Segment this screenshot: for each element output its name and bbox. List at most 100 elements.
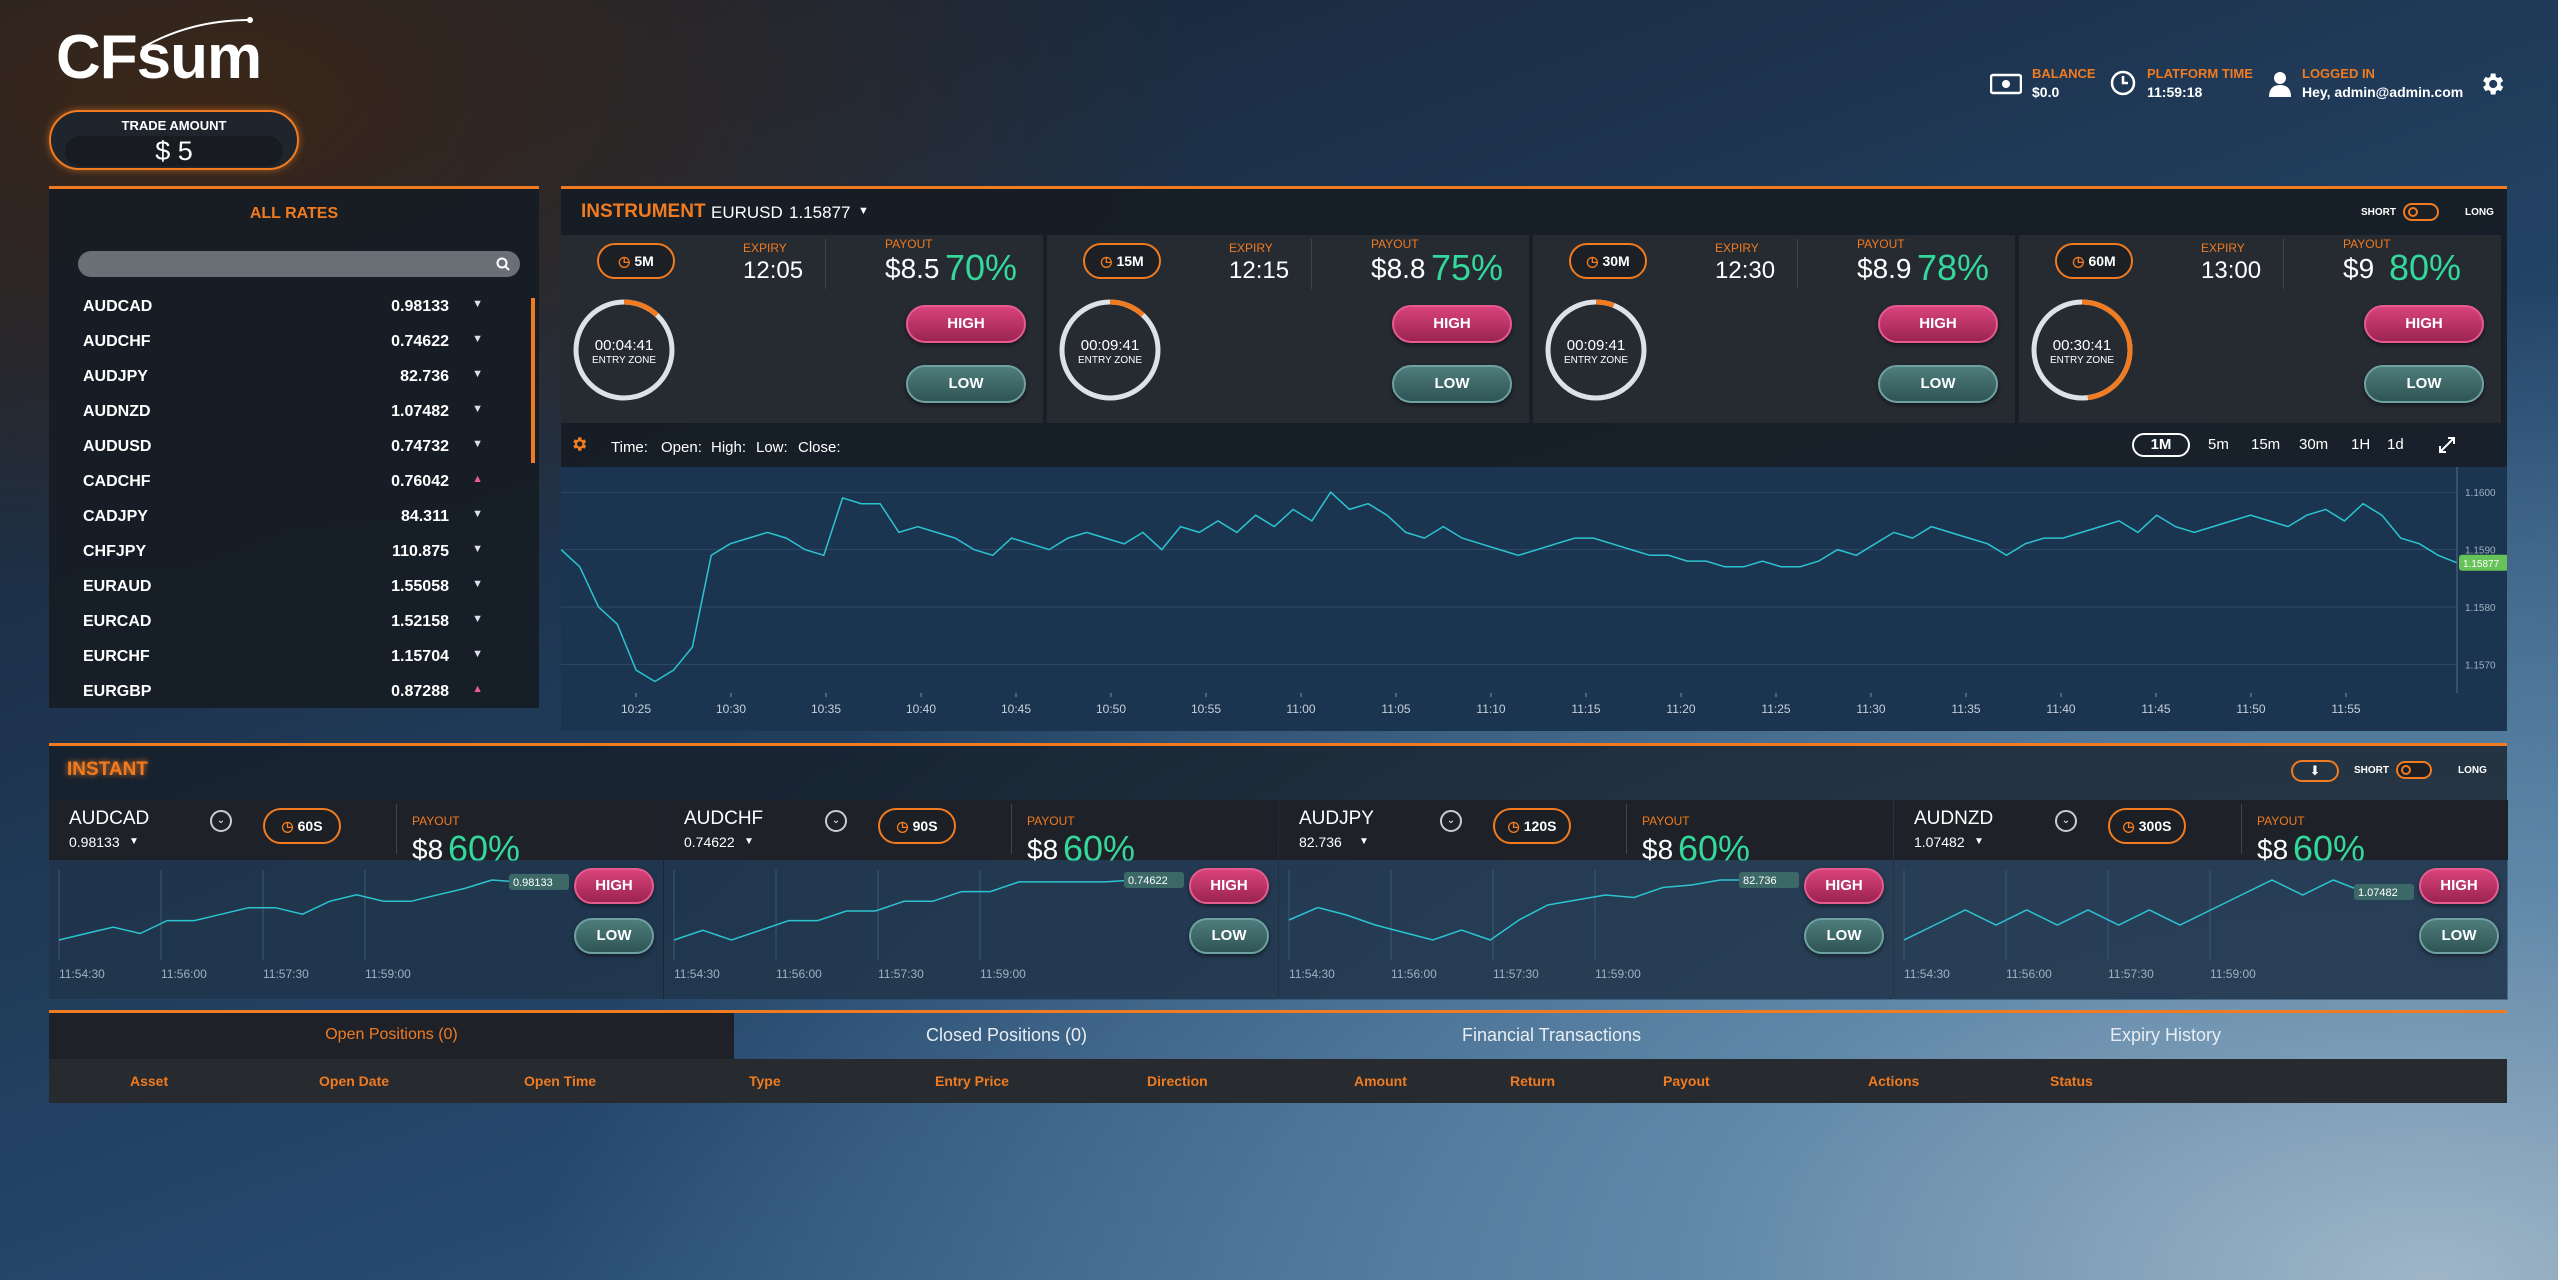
x-tick-label: 10:45 <box>1001 702 1031 716</box>
rate-row[interactable]: AUDCAD 0.98133 ▼ <box>83 289 483 324</box>
expiry-chip[interactable]: ◷ 30M <box>1569 243 1647 279</box>
chart-settings-icon[interactable] <box>570 435 588 453</box>
column-header: Amount <box>1354 1073 1407 1089</box>
low-button[interactable]: LOW <box>1189 918 1269 954</box>
tab-expiry-history[interactable]: Expiry History <box>1824 1013 2507 1059</box>
instant-chip[interactable]: ◷ 60S <box>263 808 341 844</box>
instant-price-dropdown-icon[interactable]: ▼ <box>1359 836 1369 847</box>
trade-amount-input[interactable]: $ 5 <box>65 136 283 166</box>
tab-open-positions[interactable]: Open Positions (0) <box>49 1013 734 1059</box>
search-icon[interactable] <box>496 257 510 271</box>
fullscreen-icon[interactable] <box>2438 436 2456 454</box>
payout-percent: 70% <box>945 247 1018 288</box>
instant-short-long-toggle[interactable] <box>2396 761 2432 779</box>
price-chart[interactable]: 1.16001.15901.15801.15701.1587710:25 10:3… <box>561 467 2507 731</box>
instrument-price[interactable]: 1.15877 <box>789 203 850 223</box>
instant-time-label: 11:56:00 <box>2006 967 2052 981</box>
short-long-toggle[interactable] <box>2403 203 2439 221</box>
gear-icon[interactable] <box>2478 70 2506 98</box>
expand-chevron-icon[interactable]: ⌄ <box>210 810 232 832</box>
trade-amount-label: TRADE AMOUNT <box>121 118 227 133</box>
rate-row[interactable]: AUDCHF 0.74622 ▼ <box>83 324 483 359</box>
range-button-15m[interactable]: 15m <box>2251 436 2280 453</box>
low-button[interactable]: LOW <box>2364 365 2484 403</box>
low-button[interactable]: LOW <box>2419 918 2499 954</box>
high-button[interactable]: HIGH <box>1189 868 1269 904</box>
rate-row[interactable]: EURCAD 1.52158 ▼ <box>83 604 483 639</box>
expiry-chip[interactable]: ◷ 15M <box>1083 243 1161 279</box>
high-button[interactable]: HIGH <box>2419 868 2499 904</box>
instrument-pair[interactable]: EURUSD <box>711 203 783 223</box>
range-button-1H[interactable]: 1H <box>2351 436 2370 453</box>
low-button[interactable]: LOW <box>906 365 1026 403</box>
instant-price-dropdown-icon[interactable]: ▼ <box>744 836 754 847</box>
clock-icon: ◷ <box>1100 253 1113 269</box>
tab-closed-positions[interactable]: Closed Positions (0) <box>734 1013 1279 1059</box>
all-rates-panel: ALL RATES AUDCAD 0.98133 ▼ AUDCHF 0.74622 ▼ AU… <box>49 186 539 708</box>
range-button-1M[interactable]: 1M <box>2132 433 2190 457</box>
instant-chip[interactable]: ◷ 90S <box>878 808 956 844</box>
card-divider <box>396 804 397 854</box>
expand-chevron-icon[interactable]: ⌄ <box>2055 810 2077 832</box>
instant-chip[interactable]: ◷ 120S <box>1493 808 1571 844</box>
rate-row[interactable]: EURCHF 1.15704 ▼ <box>83 639 483 674</box>
rate-row[interactable]: EURGBP 0.87288 ▲ <box>83 674 483 709</box>
range-button-5m[interactable]: 5m <box>2208 436 2229 453</box>
payout-label: PAYOUT <box>1642 814 1690 828</box>
range-button-30m[interactable]: 30m <box>2299 436 2328 453</box>
instant-chip[interactable]: ◷ 300S <box>2108 808 2186 844</box>
rates-scrollbar[interactable] <box>531 298 535 463</box>
rate-name: AUDUSD <box>83 438 152 455</box>
instant-pair: AUDCAD <box>69 808 150 829</box>
rate-value: 0.76042 <box>391 473 449 490</box>
instrument-dropdown-icon[interactable]: ▼ <box>858 205 869 217</box>
instant-price-tag-label: 82.736 <box>1743 875 1777 887</box>
card-divider <box>825 239 826 289</box>
rate-name: EURGBP <box>83 683 152 700</box>
expiry-label: EXPIRY <box>2201 241 2245 255</box>
low-button[interactable]: LOW <box>1878 365 1998 403</box>
instant-chart: 11:54:30 11:56:00 11:57:30 11:59:00 1.07482 <box>1894 860 2508 1000</box>
trade-amount-box[interactable]: TRADE AMOUNT $ 5 <box>49 110 299 170</box>
low-button[interactable]: LOW <box>1804 918 1884 954</box>
expand-chevron-icon[interactable]: ⌄ <box>825 810 847 832</box>
tab-financial-transactions[interactable]: Financial Transactions <box>1279 1013 1824 1059</box>
instant-chip-label: 120S <box>1523 818 1557 834</box>
instant-price-dropdown-icon[interactable]: ▼ <box>129 836 139 847</box>
high-button[interactable]: HIGH <box>1804 868 1884 904</box>
column-header: Entry Price <box>935 1073 1009 1089</box>
rate-row[interactable]: AUDJPY 82.736 ▼ <box>83 359 483 394</box>
card-divider <box>1311 239 1312 289</box>
instant-chart: 11:54:30 11:56:00 11:57:30 11:59:00 0.98133 <box>49 860 663 1000</box>
instant-collapse-button[interactable]: ⬇ <box>2291 760 2339 782</box>
chart-low-label: Low: <box>756 439 788 456</box>
low-button[interactable]: LOW <box>574 918 654 954</box>
payout-label: PAYOUT <box>2343 237 2391 251</box>
rate-row[interactable]: CADJPY 84.311 ▼ <box>83 499 483 534</box>
expiry-chip[interactable]: ◷ 5M <box>597 243 675 279</box>
rate-row[interactable]: CADCHF 0.76042 ▲ <box>83 464 483 499</box>
instant-chip-label: 90S <box>912 818 938 834</box>
rate-row[interactable]: CHFJPY 110.875 ▼ <box>83 534 483 569</box>
low-button[interactable]: LOW <box>1392 365 1512 403</box>
instant-price-dropdown-icon[interactable]: ▼ <box>1974 836 1984 847</box>
instant-chart-bg <box>664 860 1278 1000</box>
rate-down-icon: ▼ <box>472 333 483 345</box>
range-button-1d[interactable]: 1d <box>2387 436 2404 453</box>
rates-search-input[interactable] <box>78 251 520 277</box>
rate-row[interactable]: AUDNZD 1.07482 ▼ <box>83 394 483 429</box>
entry-zone-label: ENTRY ZONE <box>591 355 657 366</box>
rate-value: 1.15704 <box>391 648 449 665</box>
x-tick-label: 11:40 <box>2046 702 2075 716</box>
high-button[interactable]: HIGH <box>1392 305 1512 343</box>
column-header: Payout <box>1663 1073 1710 1089</box>
high-button[interactable]: HIGH <box>574 868 654 904</box>
expand-chevron-icon[interactable]: ⌄ <box>1440 810 1462 832</box>
high-button[interactable]: HIGH <box>2364 305 2484 343</box>
rate-row[interactable]: AUDUSD 0.74732 ▼ <box>83 429 483 464</box>
rate-row[interactable]: EURAUD 1.55058 ▼ <box>83 569 483 604</box>
instant-price: 0.98133 <box>69 834 120 850</box>
high-button[interactable]: HIGH <box>1878 305 1998 343</box>
expiry-chip[interactable]: ◷ 60M <box>2055 243 2133 279</box>
high-button[interactable]: HIGH <box>906 305 1026 343</box>
